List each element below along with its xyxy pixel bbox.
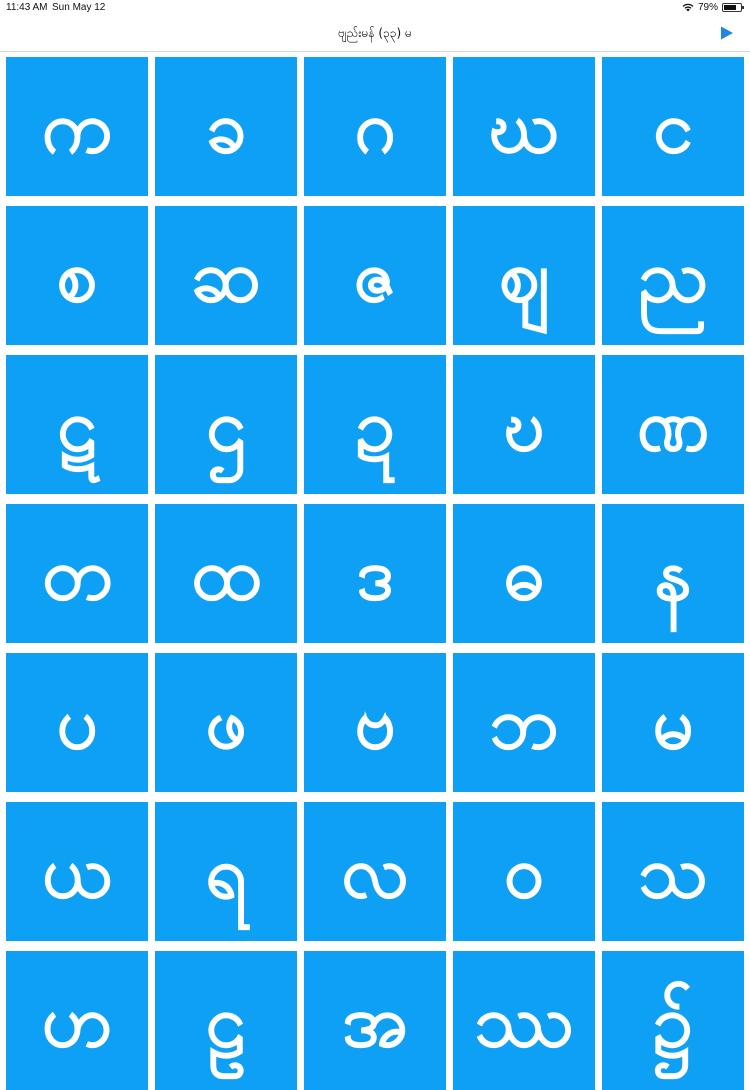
letter-glyph: ခ <box>205 84 247 169</box>
letter-glyph: ဍ <box>355 382 395 467</box>
letter-tile[interactable]: သ <box>602 802 744 941</box>
letter-tile[interactable]: ည <box>602 206 744 345</box>
battery-level <box>724 5 737 10</box>
letter-tile[interactable]: ဟ <box>6 951 148 1090</box>
status-indicators: 79% <box>682 2 744 13</box>
letter-tile[interactable]: ရ <box>155 802 297 941</box>
letter-tile[interactable]: ယ <box>6 802 148 941</box>
letter-tile[interactable]: လ <box>304 802 446 941</box>
letter-glyph: ဗ <box>354 680 396 765</box>
letter-glyph: ယ <box>42 829 112 914</box>
letter-tile[interactable]: ဿ <box>453 951 595 1090</box>
letter-glyph: ဂ <box>354 84 396 169</box>
wifi-icon <box>682 3 694 12</box>
letter-tile[interactable]: ဏ <box>602 355 744 494</box>
letter-tile[interactable]: ဃ <box>453 57 595 196</box>
letter-glyph: က <box>41 84 113 169</box>
letter-tile[interactable]: ဒ <box>304 504 446 643</box>
letter-tile[interactable]: ၌ <box>602 951 744 1090</box>
letter-tile[interactable]: ခ <box>155 57 297 196</box>
letter-tile[interactable]: ဈ <box>453 206 595 345</box>
letter-glyph: မ <box>652 680 694 765</box>
letter-glyph: ဃ <box>488 84 560 169</box>
letter-glyph: သ <box>638 829 708 914</box>
letter-glyph: ပ <box>56 680 98 765</box>
navigation-bar: ဗျည်းမန် (၃၃) မ <box>0 16 750 52</box>
letter-tile[interactable]: ဖ <box>155 653 297 792</box>
play-icon <box>721 26 733 40</box>
letter-tile[interactable]: အ <box>304 951 446 1090</box>
letter-glyph: တ <box>41 531 113 616</box>
letter-glyph: ည <box>638 233 708 318</box>
battery-percent: 79% <box>697 2 718 13</box>
letter-glyph: န <box>654 531 692 616</box>
letter-tile[interactable]: ဎ <box>453 355 595 494</box>
letter-glyph: ထ <box>191 531 261 616</box>
letter-glyph: ဿ <box>474 978 574 1063</box>
letter-glyph: ဏ <box>636 382 710 467</box>
letter-tile[interactable]: န <box>602 504 744 643</box>
letter-tile[interactable]: ဂ <box>304 57 446 196</box>
letter-tile[interactable]: ဘ <box>453 653 595 792</box>
letter-glyph: င <box>653 84 693 169</box>
letter-tile[interactable]: ဗ <box>304 653 446 792</box>
letter-tile[interactable]: ဠ <box>155 951 297 1090</box>
letter-glyph: ရ <box>205 829 247 914</box>
letter-glyph: ဋ <box>57 382 97 467</box>
letter-glyph: ဌ <box>206 382 246 467</box>
letter-glyph: လ <box>341 829 409 914</box>
letter-glyph: ဟ <box>41 978 113 1063</box>
letter-tile[interactable]: မ <box>602 653 744 792</box>
status-date: Sun May 12 <box>52 2 106 13</box>
letter-tile[interactable]: ဍ <box>304 355 446 494</box>
letter-glyph: ဒ <box>356 531 394 616</box>
letter-tile[interactable]: ဆ <box>155 206 297 345</box>
battery-icon <box>722 3 744 12</box>
letter-tile[interactable]: တ <box>6 504 148 643</box>
letter-tile[interactable]: ဌ <box>155 355 297 494</box>
page-title: ဗျည်းမန် (၃၃) မ <box>338 26 412 40</box>
letter-tile[interactable]: ပ <box>6 653 148 792</box>
status-bar: 11:43 AM Sun May 12 79% <box>0 0 750 16</box>
letter-glyph: ဆ <box>191 233 261 318</box>
letter-glyph: အ <box>341 978 409 1063</box>
letter-glyph: ဘ <box>489 680 559 765</box>
letter-glyph: ဎ <box>503 382 545 467</box>
letter-glyph: ၌ <box>653 978 693 1063</box>
letter-glyph: ဓ <box>503 531 545 616</box>
letter-tile[interactable]: စ <box>6 206 148 345</box>
letter-glyph: ဠ <box>205 978 247 1063</box>
letter-tile[interactable]: ဇ <box>304 206 446 345</box>
letter-tile[interactable]: ထ <box>155 504 297 643</box>
letter-glyph: ဇ <box>353 233 397 318</box>
letter-grid: က ခ ဂ ဃ ငစ ဆ ဇ ဈ ညဋ ဌ ဍ ဎ ဏတထ ဒ ဓ နပ ဖ ဗ ဘ မယ ရ လ ဝ သဟ ဠ အဿ ၌ <box>6 57 750 1090</box>
letter-tile[interactable]: ဓ <box>453 504 595 643</box>
letter-glyph: စ <box>56 233 98 318</box>
letter-tile[interactable]: င <box>602 57 744 196</box>
status-time: 11:43 AM <box>6 2 48 13</box>
letter-glyph: ဝ <box>503 829 545 914</box>
letter-tile[interactable]: ဝ <box>453 802 595 941</box>
letter-tile[interactable]: က <box>6 57 148 196</box>
letter-tile[interactable]: ဋ <box>6 355 148 494</box>
letter-glyph: ဈ <box>498 233 550 318</box>
play-button[interactable] <box>720 26 734 40</box>
letter-glyph: ဖ <box>205 680 247 765</box>
